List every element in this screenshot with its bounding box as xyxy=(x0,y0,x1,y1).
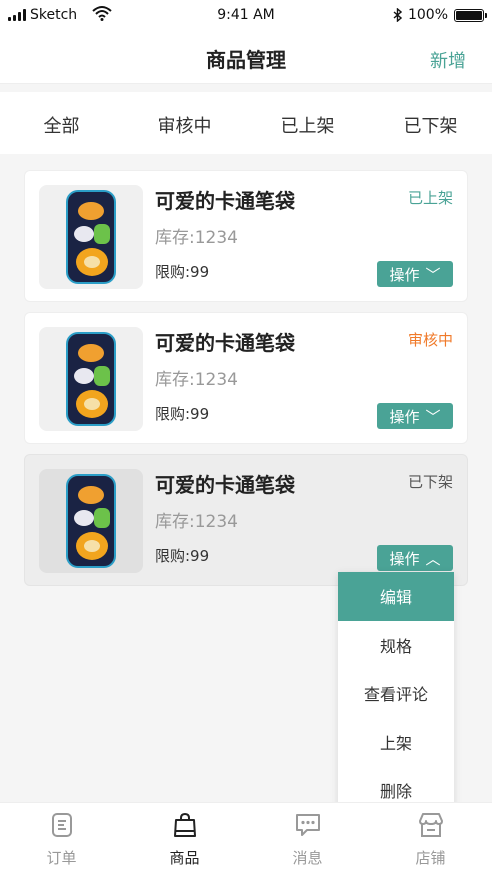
tabbar-label: 消息 xyxy=(292,849,323,867)
chevron-up-icon: ︿ xyxy=(425,549,441,568)
tabbar-label: 订单 xyxy=(46,849,77,867)
menu-item-list[interactable]: 上架 xyxy=(338,718,454,767)
message-icon xyxy=(295,814,320,836)
product-title: 可爱的卡通笔袋 xyxy=(155,189,295,213)
product-card[interactable]: 可爱的卡通笔袋 库存:1234 限购:99 已上架 操作 ﹀ xyxy=(24,170,468,302)
pencil-case-image xyxy=(66,332,116,426)
product-stock: 库存:1234 xyxy=(155,512,238,532)
tabbar-item-messages[interactable]: 消息 xyxy=(246,803,369,878)
operate-label: 操作 xyxy=(389,407,420,426)
operate-button[interactable]: 操作 ︿ xyxy=(377,545,453,571)
status-badge: 审核中 xyxy=(407,331,453,349)
tab-reviewing[interactable]: 审核中 xyxy=(123,92,246,154)
tabbar-label: 店铺 xyxy=(415,849,446,867)
product-image xyxy=(39,469,143,573)
menu-item-edit[interactable]: 编辑 xyxy=(338,572,454,621)
menu-item-specs[interactable]: 规格 xyxy=(338,621,454,670)
status-badge: 已上架 xyxy=(407,189,453,207)
status-bar: Sketch 9:41 AM 100% xyxy=(0,0,492,32)
bottom-tab-bar: 订单 商品 消息 店铺 xyxy=(0,802,492,878)
tabbar-item-products[interactable]: 商品 xyxy=(123,803,246,878)
operate-dropdown: 编辑 规格 查看评论 上架 删除 xyxy=(338,572,454,815)
product-limit: 限购:99 xyxy=(155,405,210,423)
product-title: 可爱的卡通笔袋 xyxy=(155,331,295,355)
chevron-down-icon: ﹀ xyxy=(425,265,441,284)
product-stock: 库存:1234 xyxy=(155,228,238,248)
add-button[interactable]: 新增 xyxy=(430,47,466,73)
product-stock: 库存:1234 xyxy=(155,370,238,390)
chevron-down-icon: ﹀ xyxy=(425,407,441,426)
filter-tabs: 全部 审核中 已上架 已下架 xyxy=(0,92,492,154)
page-title: 商品管理 xyxy=(206,48,286,72)
operate-button[interactable]: 操作 ﹀ xyxy=(377,403,453,429)
product-limit: 限购:99 xyxy=(155,263,210,281)
operate-label: 操作 xyxy=(389,265,420,284)
tab-delisted[interactable]: 已下架 xyxy=(369,92,492,154)
product-image xyxy=(39,327,143,431)
tab-listed[interactable]: 已上架 xyxy=(246,92,369,154)
pencil-case-image xyxy=(66,474,116,568)
bag-icon xyxy=(173,812,196,837)
product-limit: 限购:99 xyxy=(155,547,210,565)
battery-icon xyxy=(454,8,487,22)
operate-label: 操作 xyxy=(389,549,420,568)
operate-button[interactable]: 操作 ﹀ xyxy=(377,261,453,287)
product-image xyxy=(39,185,143,289)
tab-all[interactable]: 全部 xyxy=(0,92,123,154)
tabbar-label: 商品 xyxy=(169,849,200,867)
menu-item-view-reviews[interactable]: 查看评论 xyxy=(338,669,454,718)
product-card[interactable]: 可爱的卡通笔袋 库存:1234 限购:99 已下架 操作 ︿ xyxy=(24,454,468,586)
battery-percent: 100% xyxy=(407,7,448,23)
store-icon xyxy=(418,813,443,837)
tabbar-item-orders[interactable]: 订单 xyxy=(0,803,123,878)
product-card[interactable]: 可爱的卡通笔袋 库存:1234 限购:99 审核中 操作 ﹀ xyxy=(24,312,468,444)
bluetooth-icon xyxy=(393,8,402,22)
nav-bar: 商品管理 新增 xyxy=(0,32,492,84)
order-icon xyxy=(51,813,72,837)
product-title: 可爱的卡通笔袋 xyxy=(155,473,295,497)
tabbar-item-store[interactable]: 店铺 xyxy=(369,803,492,878)
pencil-case-image xyxy=(66,190,116,284)
status-badge: 已下架 xyxy=(407,473,453,491)
status-right: 100% xyxy=(393,7,487,23)
